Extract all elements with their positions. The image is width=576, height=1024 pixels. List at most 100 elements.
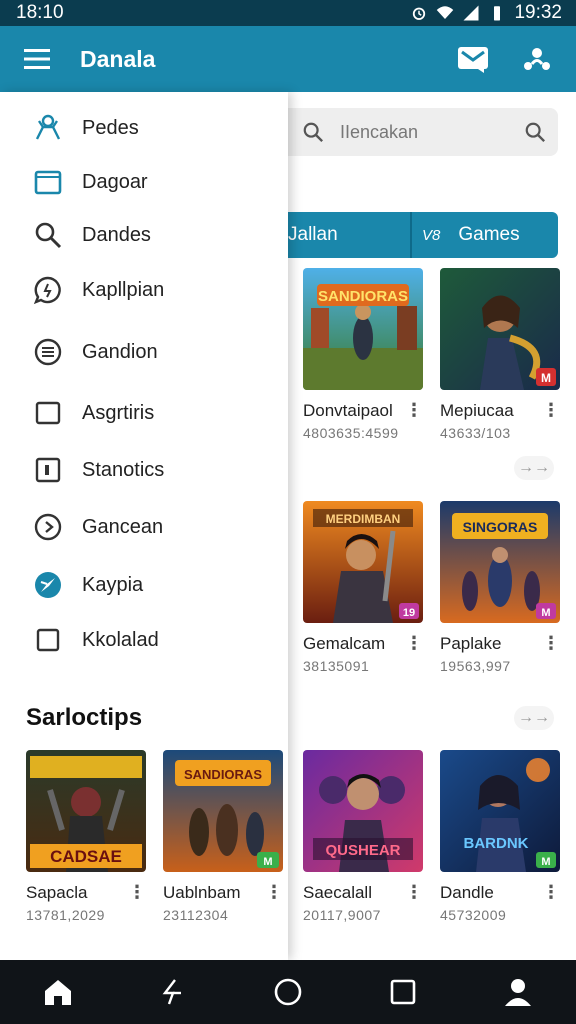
more-options-icon[interactable]: ⋮ [128, 882, 146, 903]
game-art-title: SANDIORAS [184, 767, 262, 782]
game-art-title: SANDIORAS [318, 288, 408, 305]
game-title: Dandle [440, 882, 494, 902]
game-card[interactable]: M Mepiucaa ⋮ 43633/103 [440, 268, 560, 441]
tab-bar: Jallan V8 Games [288, 212, 558, 258]
list-circle-icon [33, 337, 63, 367]
game-meta: 23112304 [163, 907, 229, 923]
game-meta: 13781,2029 [26, 907, 105, 923]
drawer-item[interactable]: Kkolalad [0, 615, 288, 665]
game-title: Paplake [440, 633, 502, 653]
game-meta: 19563,997 [440, 658, 511, 674]
drawer-item[interactable]: Kaypia [0, 560, 288, 610]
home-icon [44, 980, 71, 1005]
game-card[interactable]: QUSHEAR Saecalall ⋮ 20117,9007 [303, 750, 423, 923]
drawer-item[interactable]: Kapllpian [0, 265, 288, 315]
drawer-item[interactable]: Stanotics [0, 445, 288, 495]
drawer-item-label: Pedes [82, 116, 139, 139]
game-thumbnail[interactable]: SINGORAS M [440, 501, 560, 623]
search-bar[interactable]: IIencakan [288, 108, 558, 156]
app-title: Danala [80, 45, 156, 72]
game-thumbnail[interactable]: QUSHEAR [303, 750, 423, 872]
folder-icon [33, 167, 63, 197]
game-art-title: SINGORAS [463, 519, 538, 535]
game-thumbnail[interactable]: CADSAE [26, 750, 146, 872]
drawer-item-label: Stanotics [82, 458, 165, 481]
game-card[interactable]: CADSAE Sapacla ⋮ 13781,2029 [26, 750, 146, 923]
game-art-title: CADSAE [50, 847, 122, 866]
game-art-title: MERDIMBAN [326, 512, 401, 526]
game-art-title: QUSHEAR [325, 842, 400, 859]
user-icon [505, 979, 532, 1006]
game-thumbnail[interactable]: SANDIORAS [303, 268, 423, 390]
drawer-item[interactable]: Pedes [0, 103, 288, 153]
search-input[interactable]: IIencakan [340, 122, 524, 143]
search-icon [33, 220, 63, 250]
bolt-icon [162, 979, 181, 1005]
game-art-title: BARDNK [464, 835, 529, 852]
game-badge: M [263, 856, 272, 868]
status-time-right: 19:32 [514, 2, 562, 23]
drawer-item-label: Kapllpian [82, 278, 165, 301]
game-title: Sapacla [26, 882, 88, 902]
tab-jallan[interactable]: Jallan [288, 212, 412, 258]
circle-home-button[interactable] [256, 960, 320, 1024]
more-options-icon[interactable]: ⋮ [542, 400, 560, 421]
account-button[interactable] [486, 960, 550, 1024]
game-badge: M [541, 371, 551, 385]
drawer-item-label: Dandes [82, 223, 151, 246]
person-icon [33, 113, 63, 143]
game-title: Donvtaipaol [303, 400, 393, 420]
overview-button[interactable] [371, 960, 435, 1024]
drawer-item-label: Dagoar [82, 170, 148, 193]
box-icon [33, 455, 63, 485]
more-options-icon[interactable]: ⋮ [405, 882, 423, 903]
more-options-icon[interactable]: ⋮ [542, 882, 560, 903]
drawer-item[interactable]: Dagoar [0, 157, 288, 207]
game-thumbnail[interactable]: MERDIMBAN 19 [303, 501, 423, 623]
drawer-item-label: Asgrtiris [82, 401, 155, 424]
battery-icon [494, 6, 501, 21]
game-meta: 38135091 [303, 658, 370, 674]
profile-share-icon[interactable] [520, 44, 554, 74]
game-badge: M [541, 856, 550, 868]
more-options-icon[interactable]: ⋮ [405, 633, 423, 654]
tab-games[interactable]: V8 Games [412, 212, 558, 258]
navigation-drawer: Pedes Dagoar Dandes Kapllpian Gandion As… [0, 92, 288, 960]
drawer-item-label: Gandion [82, 340, 158, 363]
drawer-item-label: Kkolalad [82, 628, 159, 651]
game-meta: 43633/103 [440, 425, 511, 441]
mail-icon[interactable] [456, 44, 490, 74]
home-button[interactable] [26, 960, 90, 1024]
drawer-item[interactable]: Gancean [0, 502, 288, 552]
recents-gesture-button[interactable] [141, 960, 205, 1024]
more-options-icon[interactable]: ⋮ [405, 400, 423, 421]
search-submit-icon[interactable] [524, 121, 546, 143]
see-more-arrow-icon[interactable]: →→ [514, 456, 554, 480]
game-badge: 19 [403, 607, 415, 619]
game-thumbnail[interactable]: M [440, 268, 560, 390]
game-card[interactable]: BARDNK M Dandle ⋮ 45732009 [440, 750, 560, 923]
square-icon [33, 398, 63, 428]
game-thumbnail[interactable]: SANDIORAS M [163, 750, 283, 872]
game-thumbnail[interactable]: BARDNK M [440, 750, 560, 872]
app-bar: Danala [0, 26, 576, 92]
see-more-arrow-icon[interactable]: →→ [514, 706, 554, 730]
circle-icon [274, 978, 302, 1006]
menu-button[interactable] [0, 26, 74, 92]
main-content: IIencakan Jallan V8 Games SANDIORAS Donv… [288, 92, 576, 960]
game-card[interactable]: SANDIORAS M Uablnbam ⋮ 23112304 [163, 750, 283, 923]
game-card[interactable]: SINGORAS M Paplake ⋮ 19563,997 [440, 501, 560, 674]
game-badge: M [541, 607, 550, 619]
game-title: Saecalall [303, 882, 372, 902]
drawer-item[interactable]: Gandion [0, 327, 288, 377]
game-card[interactable]: MERDIMBAN 19 Gemalcam ⋮ 38135091 [303, 501, 423, 674]
search-icon [303, 122, 324, 143]
hamburger-icon [24, 49, 50, 69]
more-options-icon[interactable]: ⋮ [542, 633, 560, 654]
tab-badge: V8 [422, 226, 441, 244]
game-card[interactable]: SANDIORAS Donvtaipaol ⋮ 4803635:4599 [303, 268, 423, 441]
drawer-item[interactable]: Asgrtiris [0, 388, 288, 438]
drawer-item[interactable]: Dandes [0, 210, 288, 260]
more-options-icon[interactable]: ⋮ [265, 882, 283, 903]
alarm-icon [413, 7, 426, 20]
